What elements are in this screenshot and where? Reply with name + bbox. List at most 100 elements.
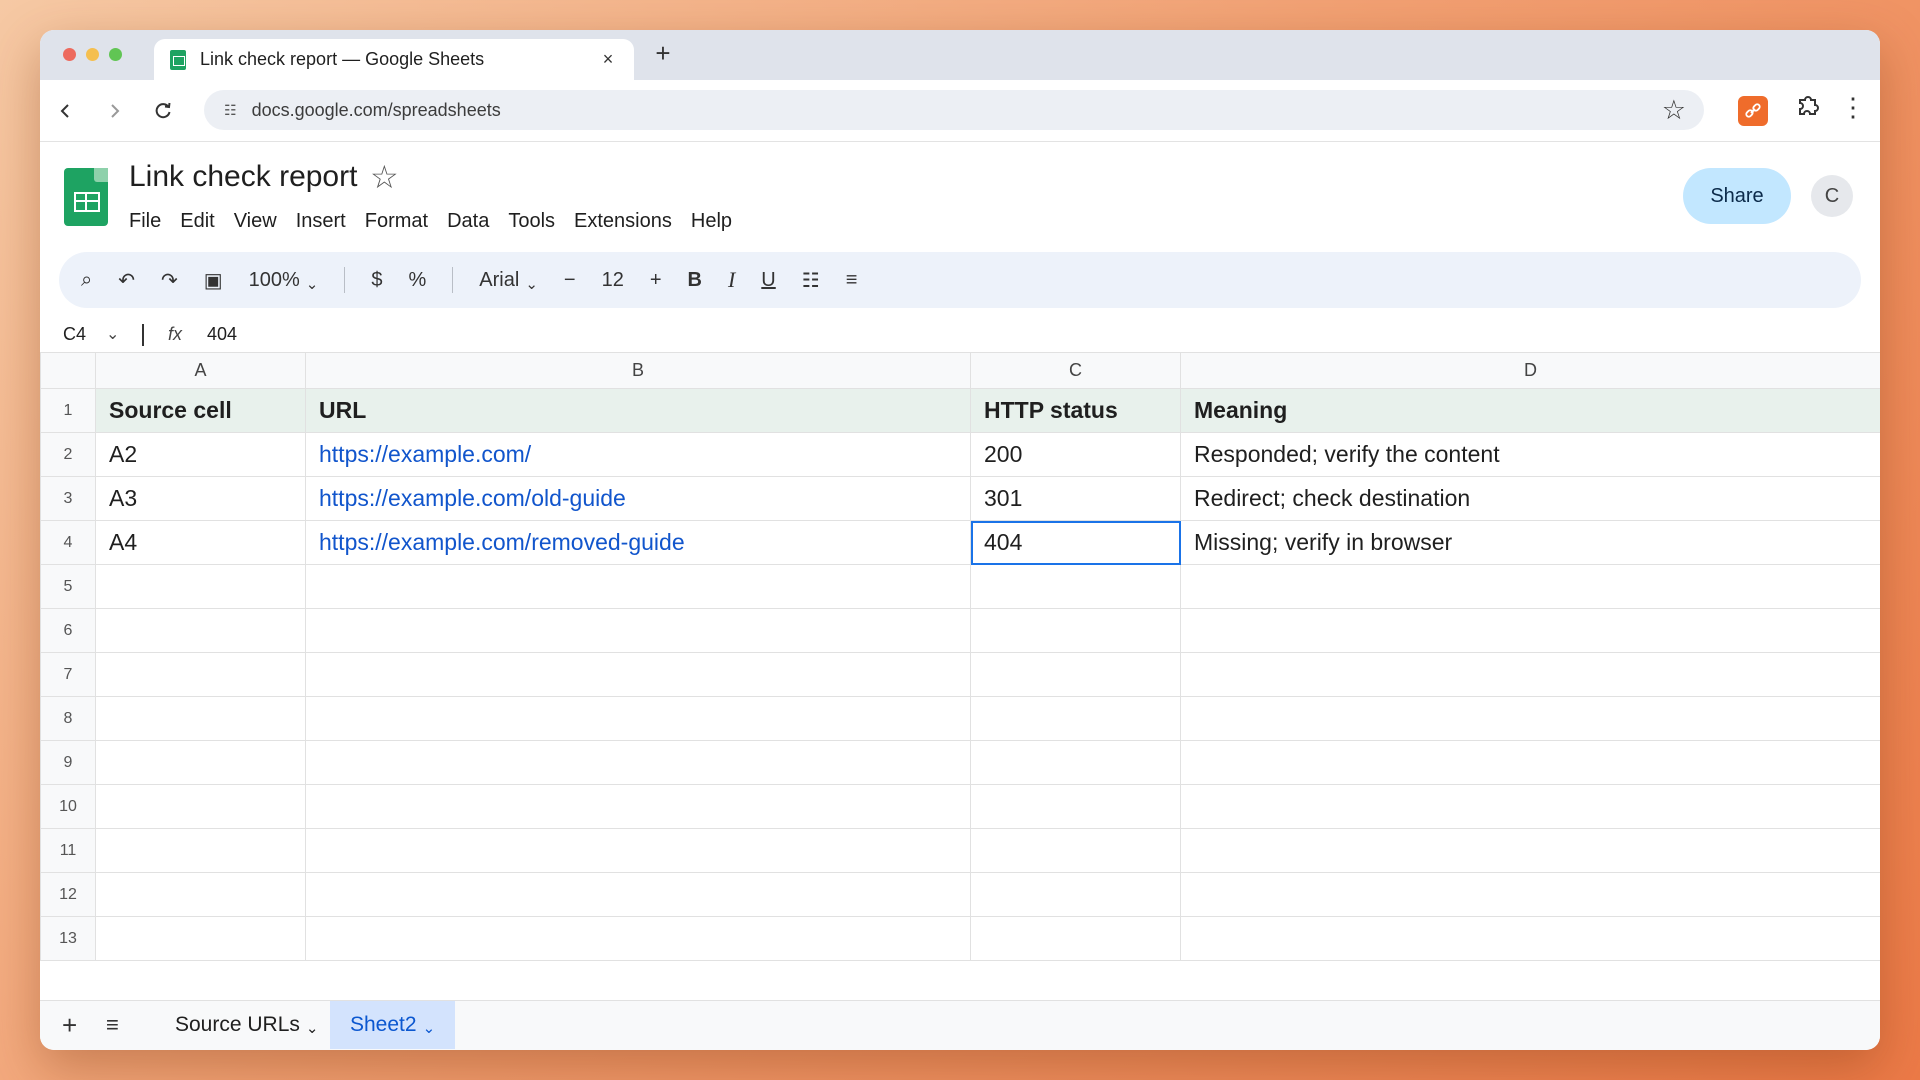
empty-cell[interactable] [95, 872, 306, 917]
sheet-tab-source-urls[interactable]: Source URLs ⌄ [155, 1001, 338, 1049]
empty-cell[interactable] [970, 872, 1181, 917]
empty-cell[interactable] [970, 828, 1181, 873]
horizontal-align-icon[interactable]: ≡ [846, 269, 858, 292]
column-header-d[interactable]: D [1180, 352, 1880, 389]
share-button[interactable]: Share [1683, 168, 1791, 224]
close-window-button[interactable] [63, 48, 76, 61]
chevron-down-icon[interactable]: ⌄ [106, 324, 119, 344]
borders-icon[interactable]: ☷ [802, 268, 820, 293]
row-header[interactable]: 10 [40, 784, 96, 829]
cell-d4[interactable]: Missing; verify in browser [1180, 520, 1880, 565]
empty-cell[interactable] [305, 740, 971, 785]
tab-close-icon[interactable]: × [598, 49, 618, 70]
decrease-font-size-button[interactable]: − [564, 269, 576, 292]
empty-cell[interactable] [95, 784, 306, 829]
back-button[interactable] [49, 94, 83, 128]
empty-cell[interactable] [305, 916, 971, 961]
menu-tools[interactable]: Tools [508, 210, 555, 233]
empty-cell[interactable] [305, 872, 971, 917]
cell-c2[interactable]: 200 [970, 432, 1181, 477]
redo-icon[interactable]: ↷ [161, 268, 178, 293]
cell-b1[interactable]: URL [305, 388, 971, 433]
cell-a3[interactable]: A3 [95, 476, 306, 521]
empty-cell[interactable] [305, 696, 971, 741]
add-sheet-button[interactable]: + [62, 1010, 77, 1041]
menu-file[interactable]: File [129, 210, 161, 233]
cell-c3[interactable]: 301 [970, 476, 1181, 521]
sheets-logo-icon[interactable] [64, 168, 108, 226]
empty-cell[interactable] [1180, 696, 1880, 741]
row-header[interactable]: 5 [40, 564, 96, 609]
empty-cell[interactable] [305, 784, 971, 829]
sheet-tab-sheet2[interactable]: Sheet2 ⌄ [330, 1001, 456, 1049]
empty-cell[interactable] [970, 696, 1181, 741]
empty-cell[interactable] [95, 564, 306, 609]
undo-icon[interactable]: ↶ [118, 268, 135, 293]
menu-extensions[interactable]: Extensions [574, 210, 672, 233]
empty-cell[interactable] [1180, 740, 1880, 785]
row-header[interactable]: 2 [40, 432, 96, 477]
browser-tab-active[interactable]: Link check report — Google Sheets × [154, 39, 634, 80]
column-header-a[interactable]: A [95, 352, 306, 389]
address-bar[interactable]: ☷ docs.google.com/spreadsheets ☆ [204, 90, 1704, 130]
extensions-puzzle-icon[interactable] [1795, 92, 1821, 125]
empty-cell[interactable] [1180, 872, 1880, 917]
menu-edit[interactable]: Edit [180, 210, 214, 233]
row-header[interactable]: 3 [40, 476, 96, 521]
cell-b3-link[interactable]: https://example.com/old-guide [305, 476, 971, 521]
row-header[interactable]: 11 [40, 828, 96, 873]
cell-b4-link[interactable]: https://example.com/removed-guide [305, 520, 971, 565]
paint-format-icon[interactable]: ▣ [204, 268, 223, 293]
cell-c1[interactable]: HTTP status [970, 388, 1181, 433]
empty-cell[interactable] [970, 652, 1181, 697]
empty-cell[interactable] [970, 564, 1181, 609]
empty-cell[interactable] [95, 608, 306, 653]
empty-cell[interactable] [1180, 564, 1880, 609]
cell-d2[interactable]: Responded; verify the content [1180, 432, 1880, 477]
empty-cell[interactable] [1180, 916, 1880, 961]
empty-cell[interactable] [95, 696, 306, 741]
italic-button[interactable]: I [728, 267, 735, 293]
reload-button[interactable] [146, 94, 180, 128]
empty-cell[interactable] [305, 564, 971, 609]
name-box[interactable]: C4 [63, 324, 86, 345]
select-all-corner[interactable] [40, 352, 96, 389]
empty-cell[interactable] [970, 740, 1181, 785]
formula-input[interactable]: 404 [207, 324, 237, 345]
search-menus-icon[interactable]: ⌕ [81, 269, 92, 292]
forward-button[interactable] [97, 94, 131, 128]
empty-cell[interactable] [95, 652, 306, 697]
cell-d1[interactable]: Meaning [1180, 388, 1880, 433]
menu-insert[interactable]: Insert [296, 210, 346, 233]
row-header[interactable]: 13 [40, 916, 96, 961]
empty-cell[interactable] [1180, 784, 1880, 829]
cell-c4-selected[interactable]: 404 [970, 520, 1181, 565]
font-family-select[interactable]: Arial ⌄ [479, 269, 538, 293]
menu-data[interactable]: Data [447, 210, 489, 233]
cell-a4[interactable]: A4 [95, 520, 306, 565]
empty-cell[interactable] [95, 916, 306, 961]
zoom-select[interactable]: 100% ⌄ [249, 269, 319, 293]
star-document-icon[interactable]: ☆ [370, 158, 399, 196]
bookmark-star-icon[interactable]: ☆ [1662, 95, 1686, 126]
row-header[interactable]: 4 [40, 520, 96, 565]
format-currency-button[interactable]: $ [371, 269, 382, 292]
empty-cell[interactable] [970, 916, 1181, 961]
empty-cell[interactable] [305, 828, 971, 873]
empty-cell[interactable] [305, 652, 971, 697]
empty-cell[interactable] [305, 608, 971, 653]
menu-help[interactable]: Help [691, 210, 732, 233]
row-header[interactable]: 8 [40, 696, 96, 741]
account-avatar[interactable]: C [1811, 175, 1853, 217]
increase-font-size-button[interactable]: + [650, 269, 662, 292]
format-percent-button[interactable]: % [409, 269, 427, 292]
row-header[interactable]: 12 [40, 872, 96, 917]
cell-a2[interactable]: A2 [95, 432, 306, 477]
empty-cell[interactable] [970, 784, 1181, 829]
empty-cell[interactable] [95, 828, 306, 873]
underline-button[interactable]: U [761, 269, 775, 292]
menu-view[interactable]: View [234, 210, 277, 233]
row-header[interactable]: 6 [40, 608, 96, 653]
all-sheets-menu-icon[interactable]: ≡ [106, 1012, 119, 1038]
empty-cell[interactable] [970, 608, 1181, 653]
